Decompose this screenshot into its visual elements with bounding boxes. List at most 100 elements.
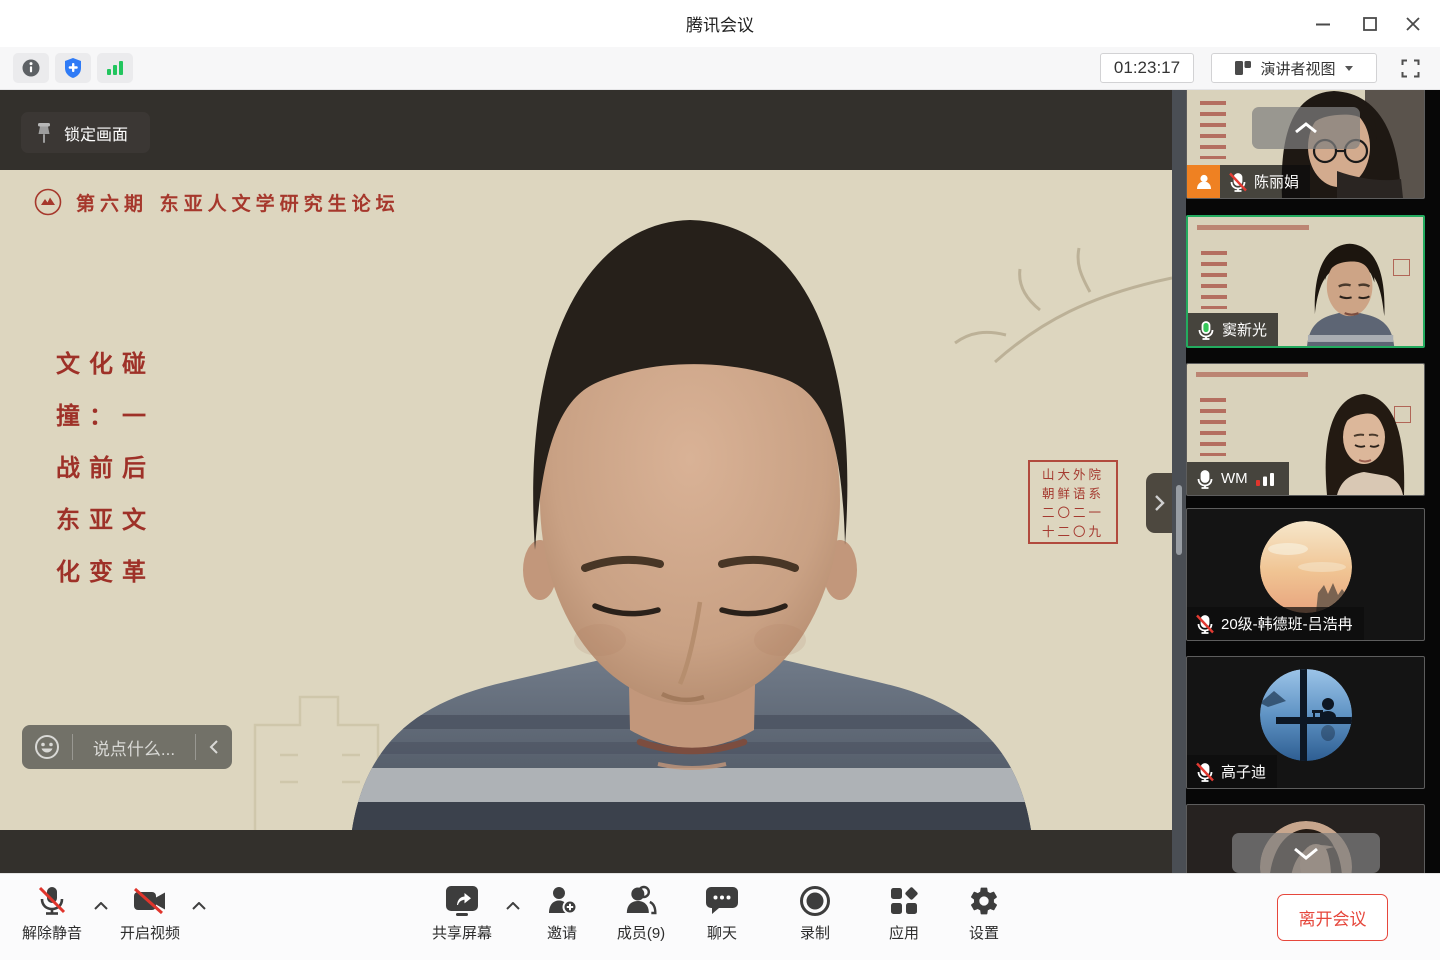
participant-tile[interactable]: 20级-韩德班-吕浩冉 [1186, 508, 1425, 641]
minimize-icon [1315, 16, 1331, 32]
meeting-timer: 01:23:17 [1100, 53, 1194, 83]
chat-icon [705, 885, 739, 917]
network-button[interactable] [97, 53, 133, 83]
leave-meeting-button[interactable]: 离开会议 [1277, 894, 1388, 941]
record-button[interactable]: 录制 [798, 882, 832, 943]
chevron-right-icon [1154, 494, 1165, 512]
record-label: 录制 [800, 922, 830, 943]
invite-icon [547, 885, 577, 917]
mic-muted-icon [1226, 171, 1248, 193]
participant-name-row: 陈丽娟 [1187, 165, 1310, 198]
chevron-down-icon [1344, 65, 1354, 72]
mic-muted-icon [1193, 761, 1215, 783]
settings-label: 设置 [969, 922, 999, 943]
shield-icon [63, 57, 83, 79]
share-screen-button[interactable]: 共享屏幕 [432, 882, 492, 943]
sidebar-scrollbar-thumb[interactable] [1176, 485, 1182, 555]
meeting-toolbar: 01:23:17 演讲者视图 [0, 47, 1440, 90]
signal-bars-icon [105, 59, 125, 77]
view-mode-button[interactable]: 演讲者视图 [1211, 53, 1377, 83]
chat-label: 聊天 [707, 922, 737, 943]
maximize-button[interactable] [1350, 7, 1390, 40]
forum-logo-icon [34, 188, 62, 216]
info-icon [21, 58, 41, 78]
slide-header: 第六期 东亚人文学研究生论坛 [34, 188, 400, 216]
scroll-up-button[interactable] [1252, 107, 1360, 149]
close-icon [1405, 16, 1421, 32]
close-button[interactable] [1393, 7, 1433, 40]
members-button[interactable]: 成员(9) [617, 882, 665, 943]
participant-tile[interactable] [1186, 804, 1425, 873]
security-button[interactable] [55, 53, 91, 83]
record-icon [798, 884, 832, 918]
participant-tile-active-speaker[interactable]: 窦新光 [1186, 215, 1425, 348]
participant-name: 窦新光 [1222, 319, 1267, 340]
chevron-down-icon [1293, 847, 1319, 860]
slide-calligraphy: 文化碰 撞：一 战前后 东亚文 化变革 [56, 338, 155, 598]
participants-sidebar: 陈丽娟 窦新光 [1172, 90, 1440, 873]
control-bar: 解除静音 开启视频 共享屏幕 [0, 873, 1440, 960]
sidebar-scrollbar-track[interactable] [1172, 90, 1186, 873]
participant-tile[interactable]: WM [1186, 363, 1425, 496]
chevron-up-icon [192, 902, 206, 910]
quick-chat-bar[interactable]: 说点什么... [22, 725, 232, 769]
participant-name: 20级-韩德班-吕浩冉 [1221, 613, 1353, 634]
apps-button[interactable]: 应用 [889, 882, 919, 943]
host-badge [1187, 165, 1220, 198]
participant-name: 陈丽娟 [1254, 171, 1299, 192]
person-icon [1194, 172, 1214, 192]
participant-avatar [1260, 669, 1352, 761]
view-mode-label: 演讲者视图 [1260, 58, 1335, 79]
participant-tile[interactable]: 高子迪 [1186, 656, 1425, 789]
start-video-button[interactable]: 开启视频 [120, 882, 180, 943]
smiley-icon [34, 734, 60, 760]
share-screen-icon [444, 884, 480, 918]
mic-active-icon [1194, 319, 1216, 341]
mic-on-icon [1193, 468, 1215, 490]
invite-label: 邀请 [547, 922, 577, 943]
layout-icon [1234, 59, 1252, 77]
lock-view-button[interactable]: 锁定画面 [21, 112, 150, 153]
slide-title: 第六期 东亚人文学研究生论坛 [76, 189, 400, 216]
collapse-chat-button[interactable] [196, 739, 232, 755]
members-icon [624, 885, 658, 917]
settings-gear-icon [968, 885, 1000, 917]
weak-signal-icon [1254, 471, 1278, 487]
video-options-button[interactable] [192, 897, 206, 915]
mic-muted-icon [1193, 613, 1215, 635]
chevron-up-icon [506, 902, 520, 910]
window-title: 腾讯会议 [0, 0, 1440, 47]
fullscreen-button[interactable] [1392, 53, 1428, 83]
meeting-info-button[interactable] [13, 53, 49, 83]
apps-icon [889, 886, 919, 916]
apps-label: 应用 [889, 922, 919, 943]
emoji-button[interactable] [22, 734, 72, 760]
chat-input-placeholder[interactable]: 说点什么... [73, 735, 195, 760]
participant-tile[interactable]: 陈丽娟 [1186, 90, 1425, 199]
scroll-down-button[interactable] [1232, 833, 1380, 873]
settings-button[interactable]: 设置 [968, 882, 1000, 943]
unmute-label: 解除静音 [22, 922, 82, 943]
members-label: 成员(9) [617, 922, 665, 943]
invite-button[interactable]: 邀请 [547, 882, 577, 943]
chat-button[interactable]: 聊天 [705, 882, 739, 943]
pin-icon [36, 122, 52, 144]
start-video-label: 开启视频 [120, 922, 180, 943]
participant-name: WM [1221, 470, 1248, 487]
minimize-button[interactable] [1303, 7, 1343, 40]
camera-off-icon [132, 885, 168, 917]
lock-view-label: 锁定画面 [64, 121, 128, 145]
unmute-button[interactable]: 解除静音 [22, 882, 82, 943]
maximize-icon [1362, 16, 1378, 32]
participant-name: 高子迪 [1221, 761, 1266, 782]
participant-avatar [1260, 521, 1352, 613]
fullscreen-icon [1401, 59, 1420, 78]
slide-seal-stamp: 山大外院 朝鲜语系 二〇二一 十二〇九 [1028, 460, 1118, 544]
share-screen-label: 共享屏幕 [432, 922, 492, 943]
main-video-stage[interactable]: 第六期 东亚人文学研究生论坛 文化碰 撞：一 战前后 东亚文 化变革 山大外院 … [0, 90, 1172, 873]
audio-options-button[interactable] [94, 897, 108, 915]
share-options-button[interactable] [506, 897, 520, 915]
chevron-up-icon [1294, 122, 1318, 134]
mic-muted-icon [36, 885, 68, 917]
hide-sidebar-button[interactable] [1146, 473, 1172, 533]
